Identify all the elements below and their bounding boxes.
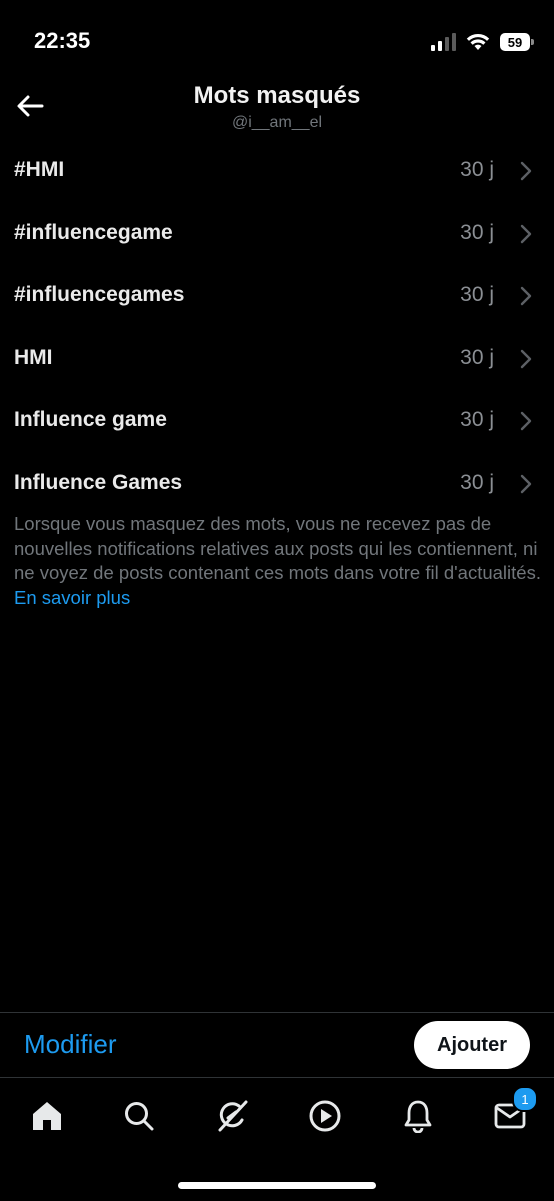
muted-word-duration: 30 j <box>460 158 494 181</box>
muted-word-label: Influence Games <box>14 470 183 494</box>
grok-icon <box>218 1100 248 1132</box>
muted-word-duration: 30 j <box>460 220 494 244</box>
status-icons: 59 <box>431 30 534 54</box>
video-icon <box>309 1100 341 1132</box>
tab-home[interactable] <box>27 1096 67 1136</box>
muted-word-label: #influencegames <box>14 283 185 307</box>
tab-video[interactable] <box>305 1096 345 1136</box>
muted-word-row[interactable]: #influencegames 30 j <box>0 265 554 328</box>
muted-word-duration: 30 j <box>460 283 494 307</box>
muted-word-duration: 30 j <box>460 345 494 369</box>
wifi-icon <box>466 33 490 50</box>
learn-more-link[interactable]: En savoir plus <box>14 587 130 608</box>
chevron-right-icon <box>520 161 532 181</box>
account-handle: @i__am__el <box>231 114 323 131</box>
edit-button[interactable]: Modifier <box>24 1029 116 1060</box>
muted-words-list: #HMI 30 j #influencegame 30 j #influence… <box>0 140 554 516</box>
muted-word-label: HMI <box>14 345 53 369</box>
chevron-right-icon <box>520 224 532 243</box>
muted-word-label: #HMI <box>14 158 65 181</box>
notifications-icon <box>404 1100 432 1133</box>
status-time: 22:35 <box>34 28 91 53</box>
muted-word-duration: 30 j <box>460 470 494 494</box>
action-bar: Modifier Ajouter <box>0 1012 554 1077</box>
muted-word-row[interactable]: #HMI 30 j <box>0 140 554 203</box>
status-bar: 22:35 59 <box>0 0 554 80</box>
tab-search[interactable] <box>119 1096 159 1136</box>
info-text: Lorsque vous masquez des mots, vous ne r… <box>14 513 541 583</box>
chevron-right-icon <box>520 474 532 494</box>
cellular-signal-icon <box>431 33 456 51</box>
muted-word-row[interactable]: Influence game 30 j <box>0 390 554 453</box>
battery-icon: 59 <box>500 33 534 51</box>
muted-word-label: #influencegame <box>14 220 173 244</box>
home-indicator[interactable] <box>178 1182 376 1189</box>
muted-words-info: Lorsque vous masquez des mots, vous ne r… <box>14 512 544 610</box>
page-title: Mots masqués <box>193 82 361 109</box>
search-icon <box>125 1102 154 1131</box>
chevron-right-icon <box>520 349 532 368</box>
chevron-right-icon <box>520 286 532 306</box>
tab-messages[interactable]: 1 <box>490 1086 538 1136</box>
messages-badge: 1 <box>512 1086 538 1112</box>
add-button[interactable]: Ajouter <box>414 1021 530 1069</box>
muted-word-row[interactable]: #influencegame 30 j <box>0 203 554 266</box>
chevron-right-icon <box>520 412 532 431</box>
muted-word-row[interactable]: Influence Games 30 j <box>0 453 554 516</box>
header: Mots masqués @i__am__el <box>0 80 554 140</box>
home-icon <box>33 1102 61 1130</box>
tab-notifications[interactable] <box>398 1096 438 1136</box>
muted-word-label: Influence game <box>14 408 167 432</box>
muted-word-row[interactable]: HMI 30 j <box>0 328 554 391</box>
muted-word-duration: 30 j <box>460 408 494 432</box>
tab-grok[interactable] <box>212 1096 252 1136</box>
tab-bar: 1 <box>0 1077 554 1201</box>
